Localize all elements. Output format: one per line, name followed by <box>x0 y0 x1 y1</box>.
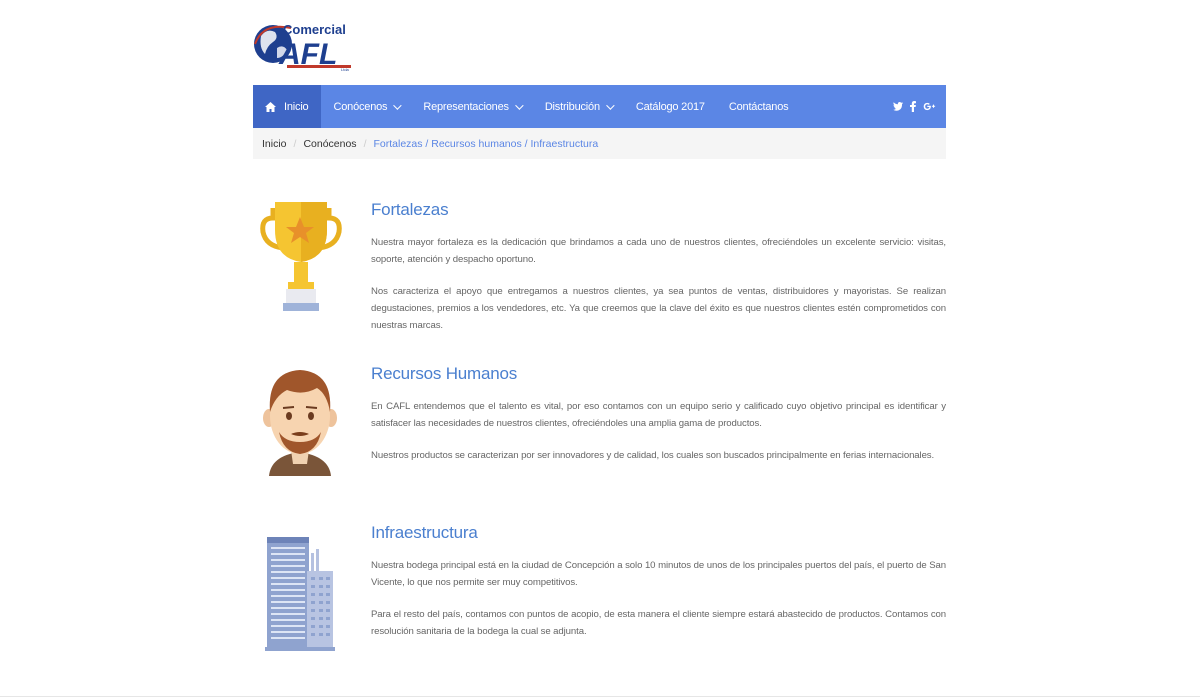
google-plus-icon[interactable] <box>923 102 936 111</box>
section-paragraph: En CAFL entendemos que el talento es vit… <box>371 401 946 429</box>
breadcrumb: Inicio / Conócenos / Fortalezas / Recurs… <box>253 128 946 159</box>
nav-item-conocenos[interactable]: Conócenos <box>321 85 411 128</box>
nav-item-catalogo[interactable]: Catálogo 2017 <box>624 85 717 128</box>
nav-item-inicio[interactable]: Inicio <box>253 85 322 128</box>
section-title: Recursos Humanos <box>371 364 518 383</box>
section-paragraph: Nos caracteriza el apoyo que entregamos … <box>371 286 946 331</box>
section-title: Fortalezas <box>371 200 449 219</box>
facebook-icon[interactable] <box>910 101 916 112</box>
section-paragraph: Nuestra mayor fortaleza es la dedicación… <box>371 237 946 265</box>
svg-text:Ltda: Ltda <box>341 67 350 72</box>
nav-item-distribucion[interactable]: Distribución <box>533 85 624 128</box>
chevron-down-icon <box>393 100 403 110</box>
nav-label: Inicio <box>284 100 309 113</box>
twitter-icon[interactable] <box>893 102 903 111</box>
section-title: Infraestructura <box>371 523 478 542</box>
home-icon <box>265 101 276 112</box>
main-navbar: Inicio Conócenos Representaciones Distri… <box>253 85 946 128</box>
section-text: Infraestructura Nuestra bodega principal… <box>371 523 946 655</box>
nav-label: Conócenos <box>333 100 388 113</box>
section-paragraph: Para el resto del país, contamos con pun… <box>371 609 946 637</box>
section-text: Fortalezas Nuestra mayor fortaleza es la… <box>371 200 946 349</box>
nav-item-contactanos[interactable]: Contáctanos <box>717 85 801 128</box>
breadcrumb-inicio[interactable]: Inicio <box>262 138 287 150</box>
social-links <box>893 85 946 128</box>
breadcrumb-conocenos[interactable]: Conócenos <box>303 138 356 150</box>
nav-label: Contáctanos <box>728 100 789 113</box>
breadcrumb-separator: / <box>293 137 297 150</box>
breadcrumb-current: Fortalezas / Recursos humanos / Infraest… <box>373 137 599 150</box>
page-bottom-divider <box>0 696 1200 697</box>
section-paragraph: Nuestros productos se caracterizan por s… <box>371 450 935 461</box>
nav-label: Catálogo 2017 <box>635 100 705 113</box>
breadcrumb-separator: / <box>363 137 367 150</box>
nav-label: Representaciones <box>423 100 509 113</box>
company-logo[interactable]: Comercial AFL Ltda <box>253 14 363 72</box>
section-paragraph: Nuestra bodega principal está en la ciud… <box>371 560 946 588</box>
nav-label: Distribución <box>544 100 600 113</box>
trophy-icon <box>253 200 348 320</box>
globe-logo-icon: Comercial AFL Ltda <box>254 22 351 72</box>
building-icon <box>253 523 348 651</box>
chevron-down-icon <box>514 100 524 110</box>
svg-text:Comercial: Comercial <box>283 22 346 37</box>
person-icon <box>253 364 348 484</box>
nav-item-representaciones[interactable]: Representaciones <box>411 85 532 128</box>
chevron-down-icon <box>606 100 615 110</box>
section-text: Recursos Humanos En CAFL entendemos que … <box>371 364 946 479</box>
